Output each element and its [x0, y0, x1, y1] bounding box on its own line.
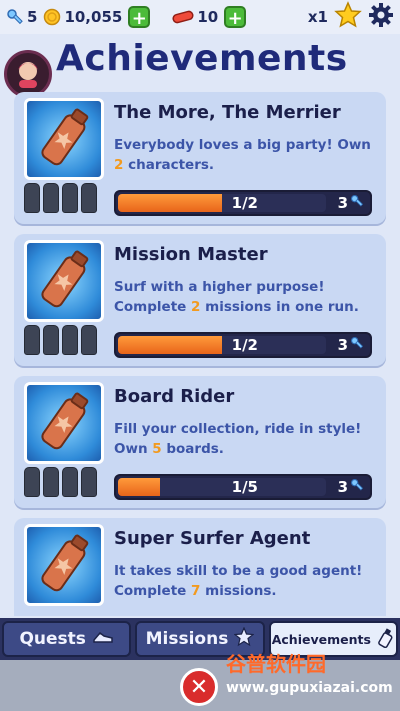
progress-bar: 1/2 3 [114, 190, 372, 216]
achievement-title: Mission Master [114, 244, 268, 265]
reward: 3 [338, 194, 364, 212]
top-bar: 5 10,055 + 10 + x1 [0, 0, 400, 34]
page-title: Achievements [56, 38, 348, 79]
progress-text: 1/2 [231, 336, 258, 354]
avatar[interactable] [4, 50, 52, 98]
spray-icon [377, 627, 395, 651]
gear-icon[interactable] [368, 2, 394, 32]
hoverboard-icon [172, 9, 194, 25]
progress-bar: 1/2 3 [114, 332, 372, 358]
key-icon [350, 194, 364, 212]
achievement-list[interactable]: The More, The Merrier Everybody loves a … [0, 92, 400, 616]
keys-counter: 5 [6, 8, 37, 26]
coins-count: 10,055 [64, 8, 123, 26]
can-slot-icon [81, 467, 97, 497]
close-button[interactable]: ✕ [180, 668, 218, 706]
bonus-slots [24, 467, 97, 497]
achievement-title: Board Rider [114, 386, 235, 407]
can-slot-icon [81, 325, 97, 355]
can-slot-icon [24, 467, 40, 497]
bonus-slots [24, 325, 97, 355]
bonus-slots [24, 183, 97, 213]
star-icon[interactable] [334, 1, 362, 33]
progress-text: 1/5 [231, 478, 258, 496]
achievement-description: It takes skill to be a good agent! Compl… [114, 563, 363, 599]
sneaker-icon [92, 629, 114, 650]
watermark-url: www.gupuxiazai.com [226, 680, 393, 696]
coin-icon [43, 8, 61, 26]
keys-count: 5 [27, 8, 38, 26]
key-icon [350, 336, 364, 354]
score-multiplier: x1 [307, 8, 328, 26]
achievement-description: Surf with a higher purpose! Complete 2 m… [114, 279, 359, 315]
achievement-card: Board Rider Fill your collection, ride i… [14, 376, 386, 508]
add-coins-button[interactable]: + [128, 6, 151, 29]
achievement-card: Mission Master Surf with a higher purpos… [14, 234, 386, 366]
spray-can-icon [24, 524, 104, 606]
can-slot-icon [43, 467, 59, 497]
achievement-card: Super Surfer Agent It takes skill to be … [14, 518, 386, 616]
can-slot-icon [81, 183, 97, 213]
boards-count: 10 [197, 8, 219, 26]
spray-can-icon [24, 382, 104, 464]
bottom-tabs: Quests Missions Achievements [0, 618, 400, 660]
spray-can-icon [24, 98, 104, 180]
reward: 3 [338, 478, 364, 496]
tab-quests[interactable]: Quests [2, 621, 132, 657]
page-header: Achievements [0, 36, 400, 98]
watermark-logo: 谷普软件园 [226, 652, 326, 676]
achievement-title: The More, The Merrier [114, 102, 341, 123]
achievement-description: Fill your collection, ride in style! Own… [114, 421, 362, 457]
key-icon [6, 8, 24, 26]
can-slot-icon [62, 467, 78, 497]
boards-counter: 10 [172, 8, 218, 26]
achievement-title: Super Surfer Agent [114, 528, 311, 549]
spray-can-icon [24, 240, 104, 322]
progress-bar: 1/5 3 [114, 474, 372, 500]
can-slot-icon [62, 183, 78, 213]
achievement-description: Everybody loves a big party! Own 2 chara… [114, 137, 371, 173]
can-slot-icon [43, 183, 59, 213]
progress-text: 1/2 [231, 194, 258, 212]
can-slot-icon [43, 325, 59, 355]
key-icon [350, 478, 364, 496]
achievement-card: The More, The Merrier Everybody loves a … [14, 92, 386, 224]
can-slot-icon [24, 325, 40, 355]
coins-counter: 10,055 [43, 8, 122, 26]
add-boards-button[interactable]: + [224, 6, 247, 29]
can-slot-icon [24, 183, 40, 213]
can-slot-icon [62, 325, 78, 355]
reward: 3 [338, 336, 364, 354]
